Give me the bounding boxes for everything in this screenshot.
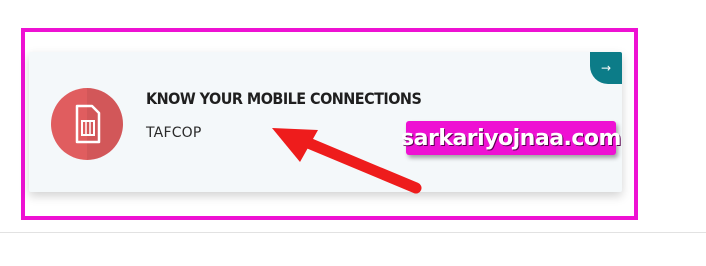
arrow-right-icon[interactable]: → xyxy=(590,52,622,84)
card-subtitle: TAFCOP xyxy=(146,125,202,141)
watermark-badge: sarkariyojnaa.com xyxy=(401,121,621,155)
sim-card-icon xyxy=(51,88,123,160)
divider xyxy=(0,232,706,233)
watermark-text: sarkariyojnaa.com xyxy=(401,125,621,151)
card-title[interactable]: KNOW YOUR MOBILE CONNECTIONS xyxy=(146,89,422,108)
corner-arrow-glyph: → xyxy=(600,61,612,75)
